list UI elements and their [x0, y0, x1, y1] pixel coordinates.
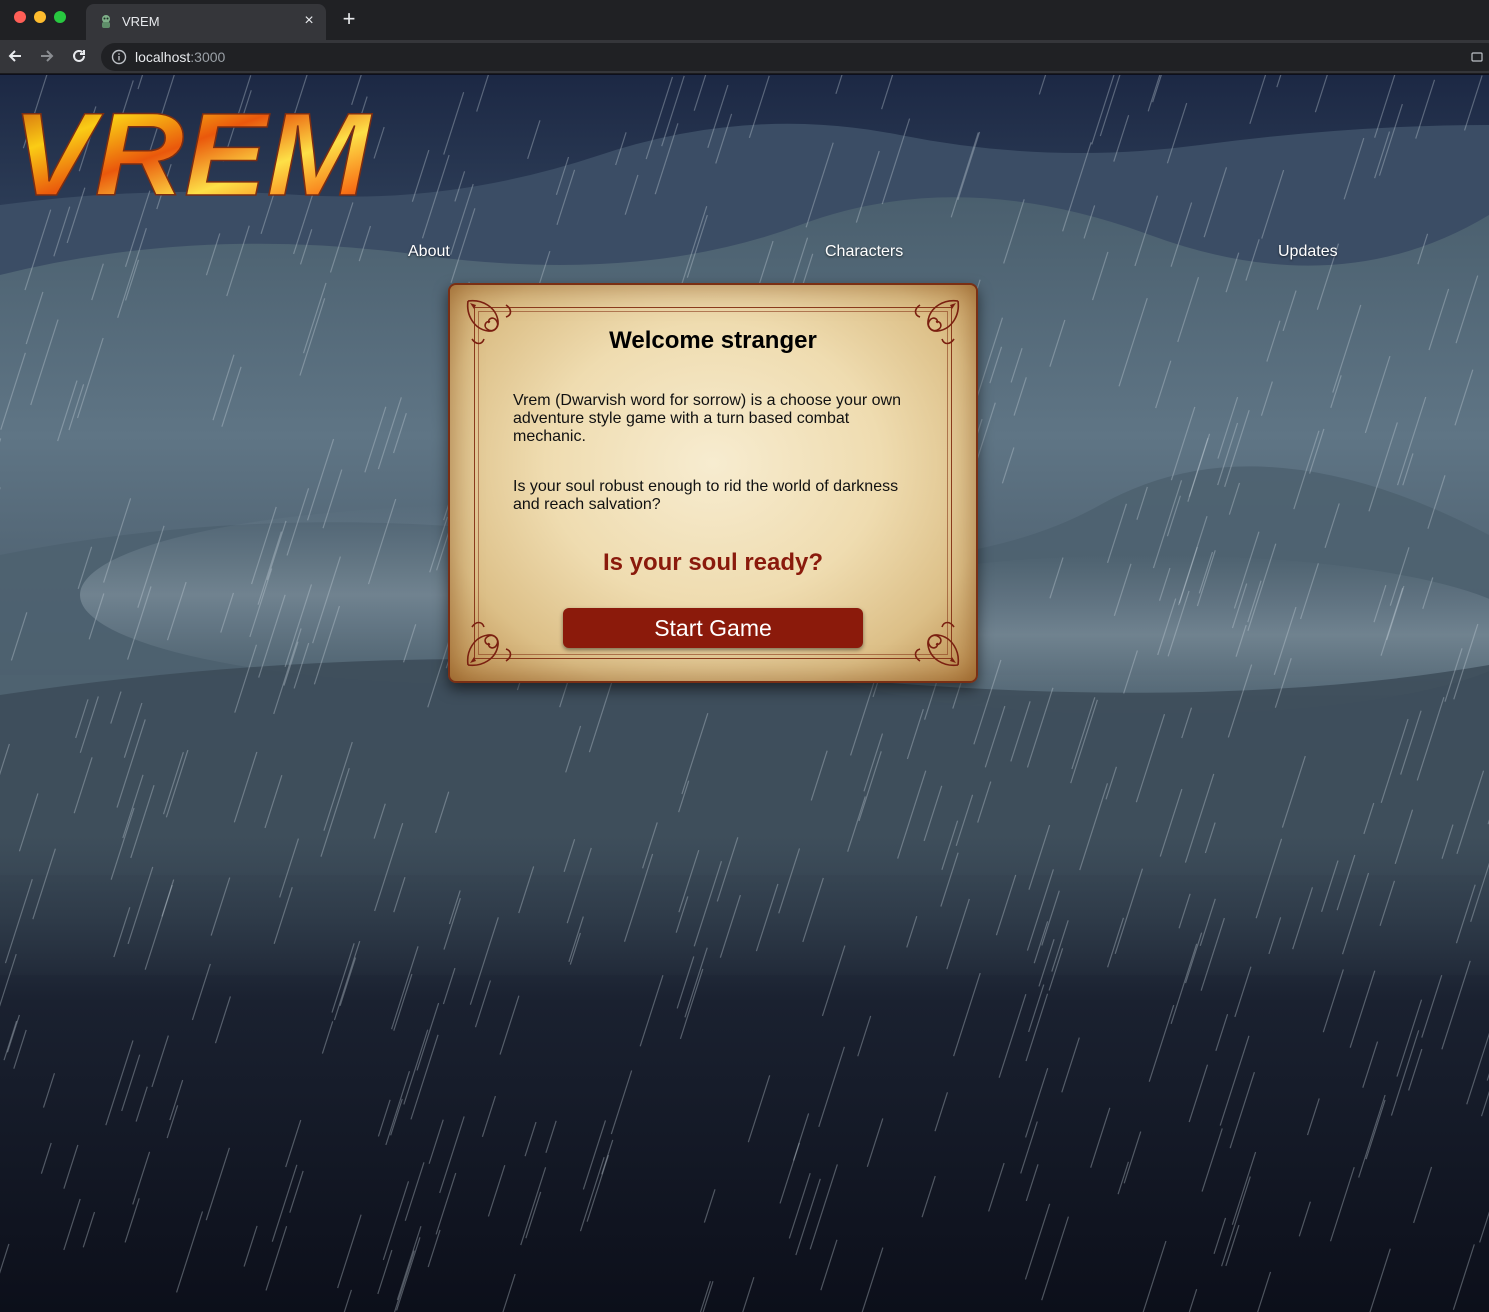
logo-text: VREM — [12, 95, 373, 207]
address-bar[interactable]: localhost:3000 — [101, 43, 1489, 71]
minimize-window-button[interactable] — [34, 11, 46, 23]
nav-characters-link[interactable]: Characters — [825, 243, 903, 261]
close-window-button[interactable] — [14, 11, 26, 23]
reload-icon — [73, 49, 85, 62]
nav-about-link[interactable]: About — [408, 243, 450, 261]
forward-button[interactable] — [35, 44, 59, 68]
main-nav: About Characters Updates — [0, 243, 1489, 267]
back-button[interactable] — [3, 44, 27, 68]
nav-updates-link[interactable]: Updates — [1278, 243, 1338, 261]
browser-tab-strip: VREM × + — [0, 0, 1489, 40]
tab-title: VREM — [122, 14, 160, 29]
soul-ready-prompt: Is your soul ready? — [602, 549, 824, 576]
tab-close-icon[interactable]: × — [300, 12, 318, 30]
page-background: VREM About Characters Updates Welcome st… — [0, 75, 1489, 1312]
flourish-ornament-icon — [466, 621, 512, 667]
challenge-paragraph: Is your soul robust enough to rid the wo… — [513, 478, 899, 513]
welcome-card: Welcome stranger Vrem (Dwarvish word for… — [448, 283, 978, 683]
flourish-ornament-icon — [914, 621, 960, 667]
browser-tab[interactable]: VREM × — [86, 4, 326, 40]
arrow-left-icon — [8, 50, 21, 62]
arrow-right-icon — [41, 50, 54, 62]
info-icon[interactable] — [111, 49, 127, 65]
card-title: Welcome stranger — [609, 327, 817, 354]
url-host: localhost — [135, 49, 191, 65]
reload-button[interactable] — [67, 44, 91, 68]
vrem-logo: VREM — [12, 95, 374, 207]
cast-icon[interactable] — [1471, 51, 1483, 63]
start-game-button[interactable]: Start Game — [563, 608, 863, 648]
maximize-window-button[interactable] — [54, 11, 66, 23]
url-port: :3000 — [190, 49, 226, 65]
browser-toolbar: localhost:3000 — [0, 40, 1489, 74]
url-text: localhost:3000 — [135, 49, 225, 65]
new-tab-button[interactable]: + — [338, 8, 360, 30]
game-favicon-icon — [102, 15, 110, 28]
intro-paragraph: Vrem (Dwarvish word for sorrow) is a cho… — [513, 392, 901, 445]
